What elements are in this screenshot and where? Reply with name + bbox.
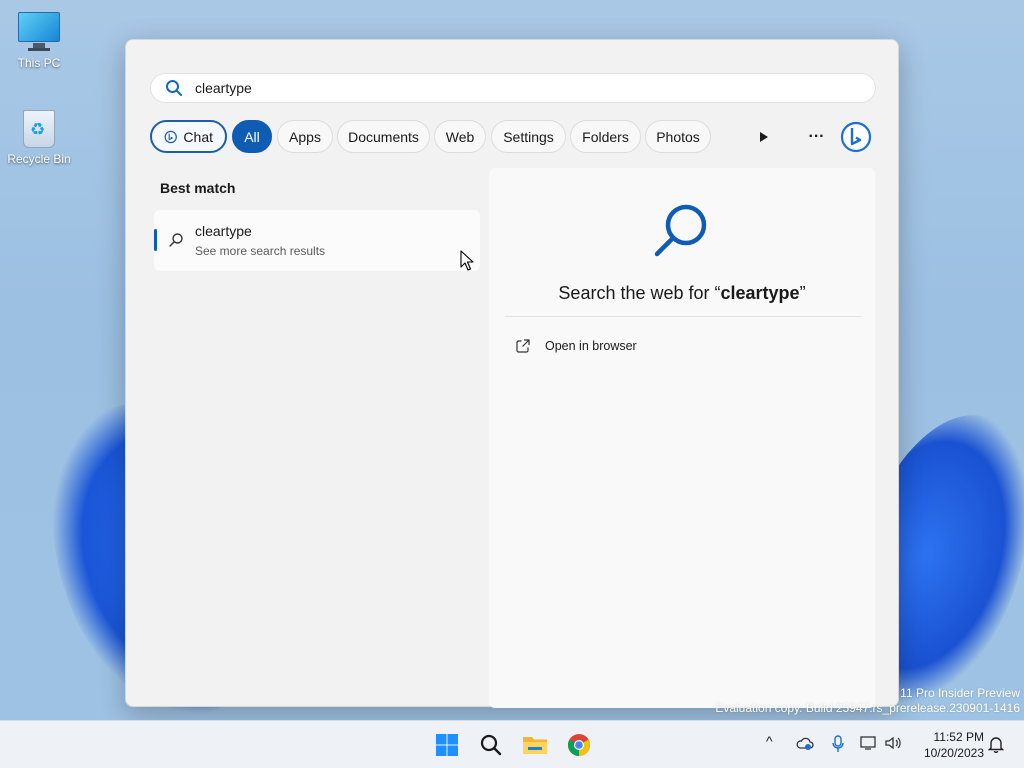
chrome-button[interactable] — [563, 729, 595, 761]
taskbar-search-button[interactable] — [475, 729, 507, 761]
chip-label: Apps — [289, 128, 321, 145]
chip-label: Photos — [656, 128, 700, 145]
bing-button[interactable] — [839, 120, 872, 153]
chip-all[interactable]: All — [232, 120, 272, 153]
search-input[interactable] — [195, 80, 835, 96]
watermark-line1: 11 Pro Insider Preview — [900, 686, 1020, 700]
chip-label: Documents — [348, 128, 419, 145]
desktop-icon-label: Recycle Bin — [7, 152, 71, 166]
recycle-bin-icon: ♻ — [18, 108, 60, 148]
chevron-up-icon: ^ — [766, 733, 773, 749]
search-icon — [169, 233, 183, 247]
show-hidden-icons-button[interactable]: ^ — [766, 733, 773, 749]
evaluation-watermark: 11 Pro Insider Preview Evaluation copy. … — [715, 686, 1020, 716]
chip-label: Web — [445, 128, 475, 145]
result-subtitle: See more search results — [195, 244, 326, 258]
monitor-icon — [18, 12, 60, 52]
desktop-icon-label: This PC — [17, 56, 61, 70]
chip-web[interactable]: Web — [434, 120, 486, 153]
search-box[interactable] — [150, 73, 876, 103]
chip-chat[interactable]: Chat — [150, 120, 227, 153]
web-search-icon — [654, 204, 707, 257]
more-filters-button[interactable] — [747, 120, 780, 153]
clock[interactable]: 11:52 PM 10/20/2023 — [912, 729, 984, 761]
search-icon — [480, 734, 502, 756]
chip-apps[interactable]: Apps — [277, 120, 333, 153]
web-title-prefix: Search the web for “ — [558, 283, 721, 303]
clock-date: 10/20/2023 — [923, 746, 984, 760]
chip-label: Settings — [503, 128, 554, 145]
preview-pane: Search the web for “cleartype” Open in b… — [489, 168, 875, 708]
windows-start-icon — [436, 734, 458, 756]
microphone-icon[interactable] — [831, 735, 845, 753]
selection-accent — [154, 229, 157, 251]
search-panel: Chat All Apps Documents Web Settings Fol… — [125, 39, 899, 708]
desktop-icon-this-pc[interactable]: This PC — [0, 12, 78, 70]
volume-icon[interactable] — [884, 735, 902, 751]
chrome-icon — [568, 734, 590, 756]
chip-settings[interactable]: Settings — [491, 120, 566, 153]
web-title-query: cleartype — [720, 283, 800, 303]
chip-documents[interactable]: Documents — [337, 120, 430, 153]
bing-chat-icon — [164, 130, 177, 143]
open-in-browser-button[interactable]: Open in browser — [515, 338, 637, 354]
best-match-result[interactable]: cleartype See more search results — [154, 210, 480, 271]
clock-time: 11:52 PM — [933, 730, 984, 744]
onedrive-icon[interactable] — [796, 735, 814, 751]
file-explorer-icon — [523, 737, 547, 754]
mouse-cursor-icon — [460, 250, 474, 271]
chip-label: Folders — [582, 128, 629, 145]
ellipsis-icon: ··· — [808, 127, 825, 145]
notification-bell-icon[interactable] — [988, 735, 1004, 753]
file-explorer-button[interactable] — [519, 729, 551, 761]
web-search-title: Search the web for “cleartype” — [489, 283, 875, 304]
results-column: Best match cleartype See more search res… — [150, 168, 488, 271]
network-icon[interactable] — [860, 735, 878, 751]
web-title-suffix: ” — [799, 283, 806, 303]
open-external-icon — [516, 339, 530, 353]
play-arrow-icon — [759, 131, 768, 142]
chip-label: All — [244, 128, 260, 145]
taskbar: ^ 11:52 PM 10/20/2023 — [0, 720, 1024, 768]
filter-chips: Chat All Apps Documents Web Settings Fol… — [150, 120, 876, 154]
search-icon — [166, 80, 182, 96]
divider — [505, 316, 861, 317]
chip-folders[interactable]: Folders — [570, 120, 641, 153]
best-match-heading: Best match — [160, 180, 236, 196]
chip-photos[interactable]: Photos — [645, 120, 711, 153]
chip-label: Chat — [183, 128, 213, 145]
watermark-line2: Evaluation copy. Build 25947.rs_prerelea… — [715, 701, 1020, 715]
bing-icon — [840, 121, 871, 152]
start-button[interactable] — [431, 729, 463, 761]
desktop-icon-recycle-bin[interactable]: ♻ Recycle Bin — [0, 108, 78, 166]
overflow-menu-button[interactable]: ··· — [800, 120, 833, 153]
open-in-browser-label: Open in browser — [545, 339, 637, 353]
result-title: cleartype — [195, 223, 252, 239]
